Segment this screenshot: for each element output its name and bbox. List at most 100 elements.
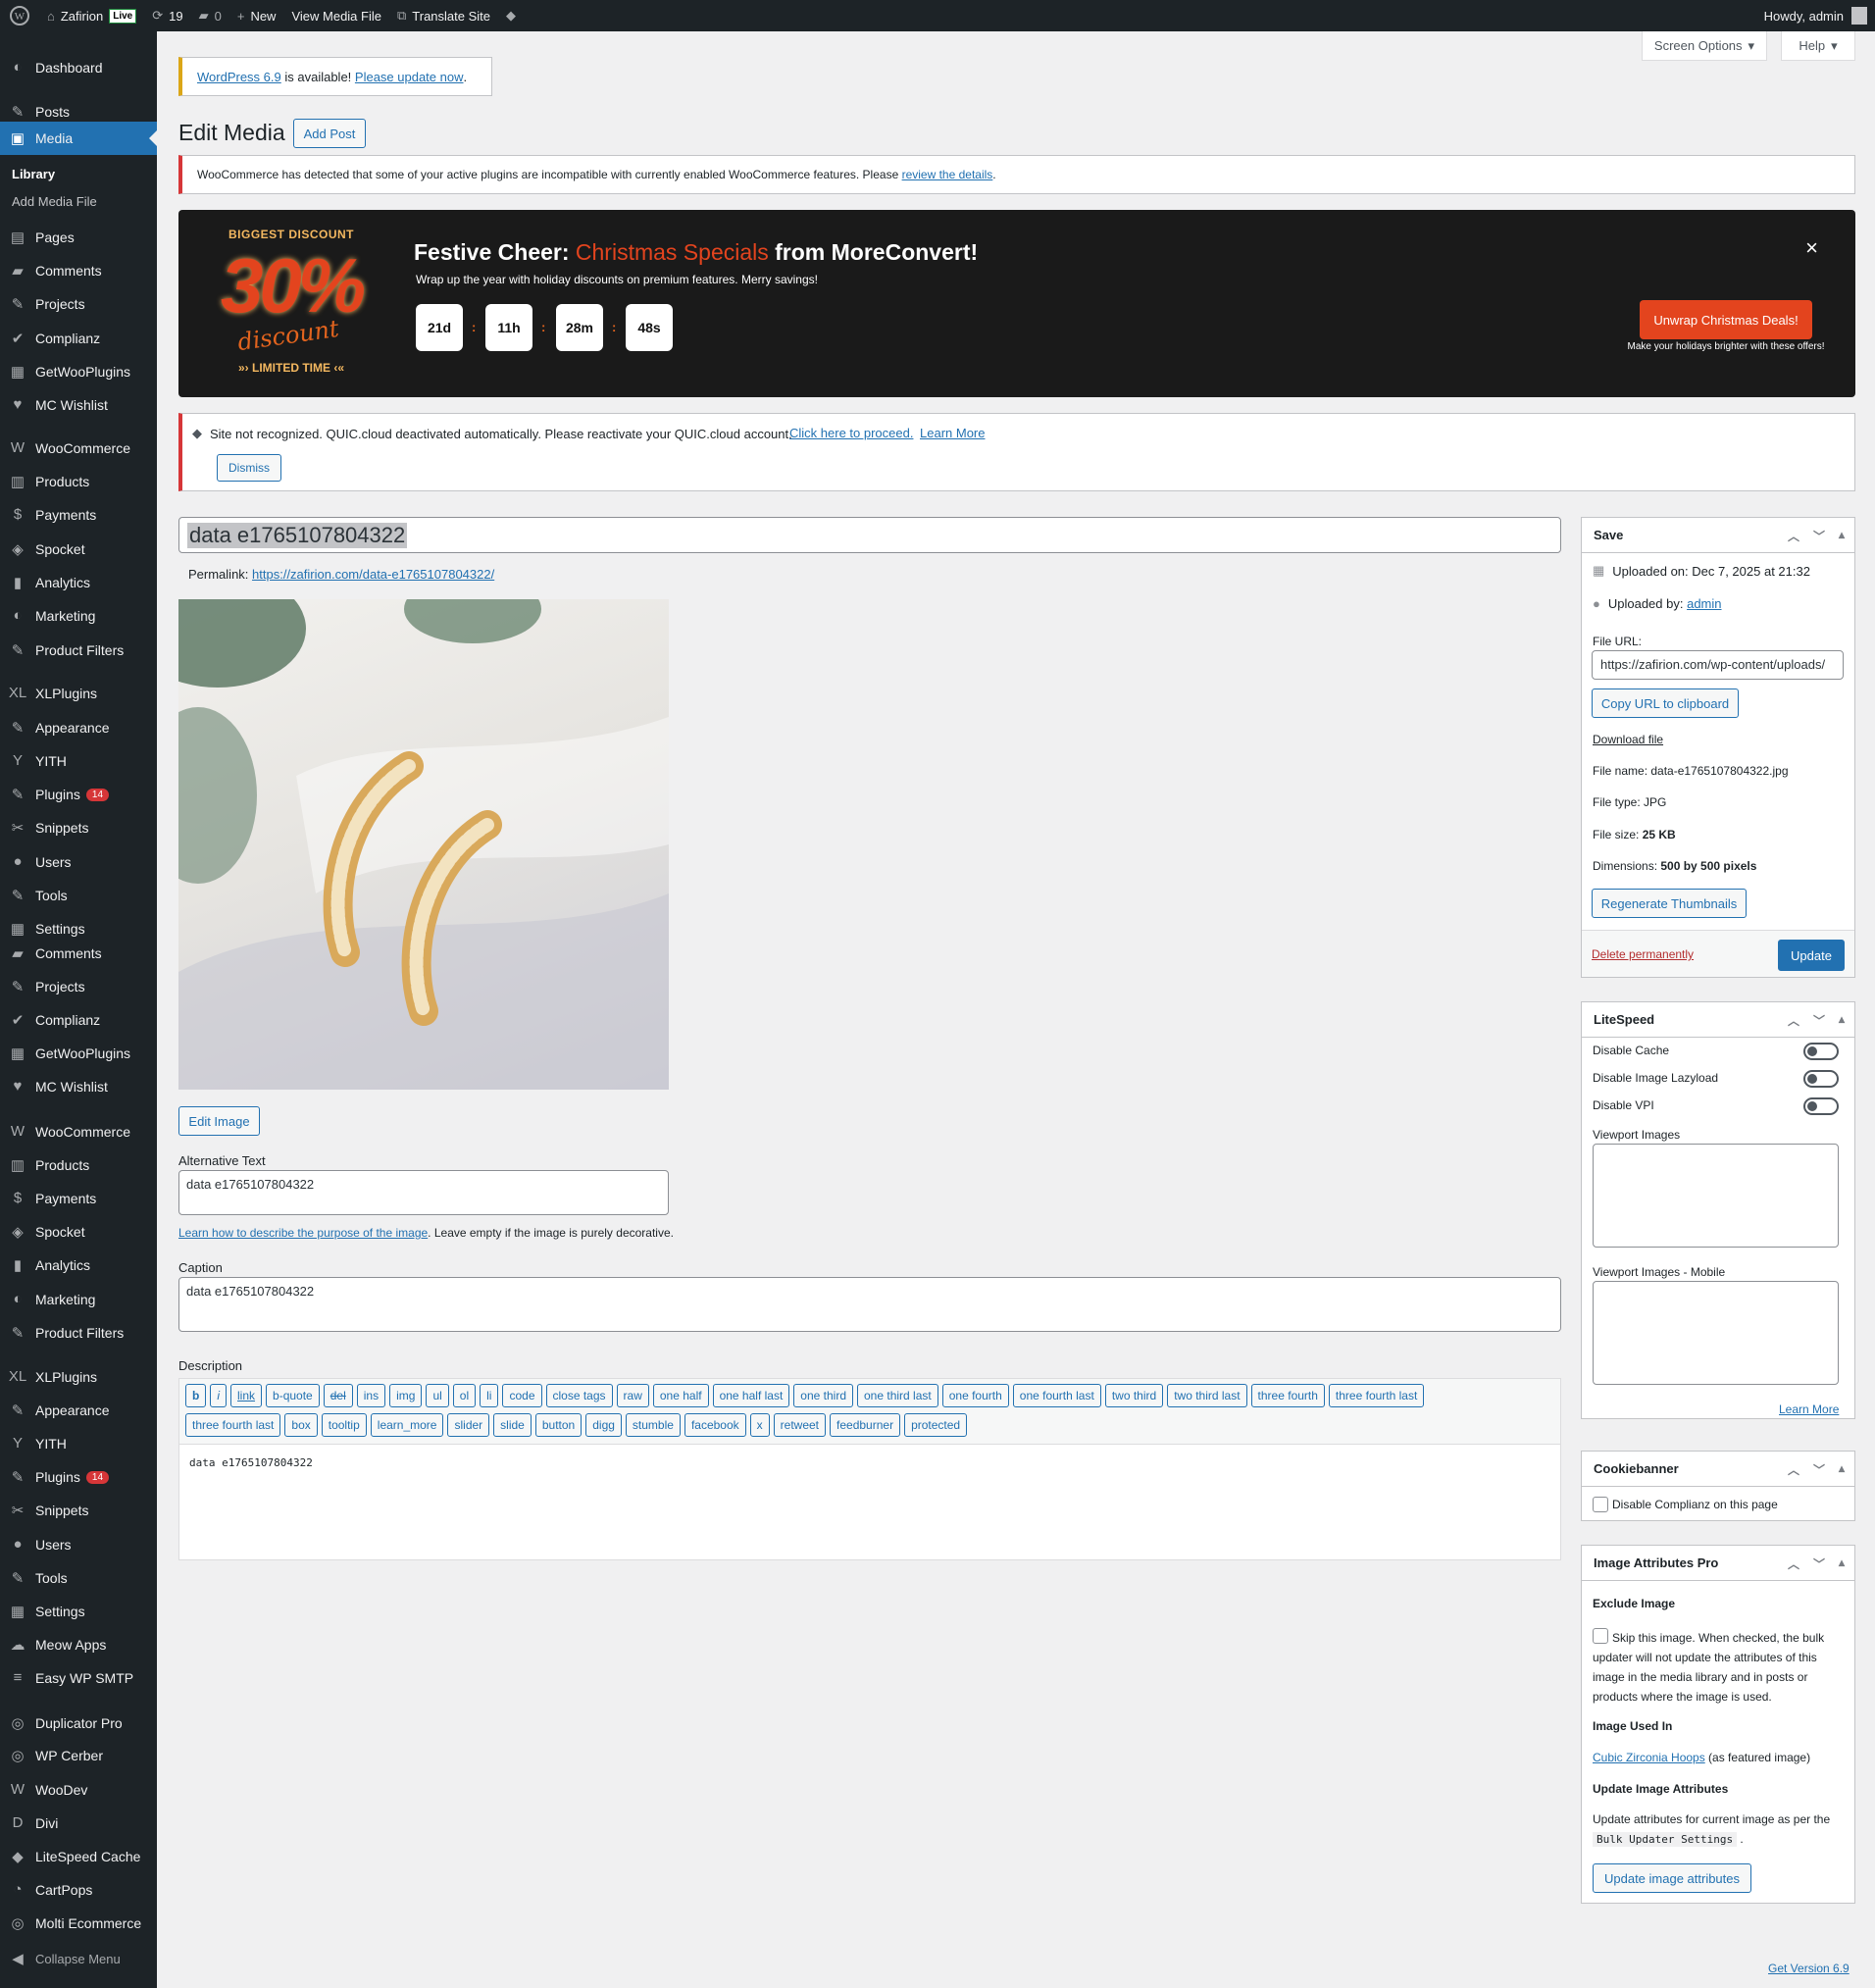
menu-yith[interactable]: Y YITH bbox=[0, 1435, 157, 1452]
menu-product-filters[interactable]: ✎ Product Filters bbox=[0, 1324, 157, 1342]
download-file-link[interactable]: Download file bbox=[1593, 733, 1663, 746]
menu-tools[interactable]: ✎ Tools bbox=[0, 887, 157, 904]
quicktag-b-button[interactable]: b bbox=[185, 1384, 207, 1407]
quicktag-img-button[interactable]: img bbox=[389, 1384, 423, 1407]
menu-dashboard[interactable]: ◐ Dashboard bbox=[0, 59, 157, 76]
update-now-link[interactable]: Please update now bbox=[355, 70, 464, 84]
menu-divi[interactable]: D Divi bbox=[0, 1814, 157, 1831]
quicktag-ul-button[interactable]: ul bbox=[426, 1384, 449, 1407]
copy-url-button[interactable]: Copy URL to clipboard bbox=[1592, 688, 1739, 718]
menu-cartpops[interactable]: ◔ CartPops bbox=[0, 1881, 157, 1898]
add-post-button[interactable]: Add Post bbox=[293, 119, 366, 148]
quicktag-three-fourth-last-button[interactable]: three fourth last bbox=[1328, 1384, 1425, 1407]
menu-analytics[interactable]: ▮ Analytics bbox=[0, 1256, 157, 1274]
quicktag-slider-button[interactable]: slider bbox=[447, 1413, 490, 1437]
used-in-product-link[interactable]: Cubic Zirconia Hoops bbox=[1593, 1751, 1705, 1764]
menu-comments[interactable]: ▰ Comments bbox=[0, 944, 157, 962]
quicktag-ol-button[interactable]: ol bbox=[452, 1384, 477, 1407]
menu-projects[interactable]: ✎ Projects bbox=[0, 978, 157, 995]
menu-molti-ecommerce[interactable]: ◎ Molti Ecommerce bbox=[0, 1914, 157, 1932]
disable-vpi-toggle[interactable] bbox=[1803, 1097, 1839, 1115]
quicktag-x-button[interactable]: x bbox=[749, 1413, 770, 1437]
menu-posts[interactable]: ✎ Posts bbox=[0, 103, 157, 121]
litespeed-learn-more-link[interactable]: Learn More bbox=[1779, 1402, 1839, 1416]
regenerate-thumbnails-button[interactable]: Regenerate Thumbnails bbox=[1592, 889, 1747, 918]
quicktag-stumble-button[interactable]: stumble bbox=[625, 1413, 681, 1437]
menu-users[interactable]: ● Users bbox=[0, 853, 157, 870]
quicktag-ins-button[interactable]: ins bbox=[356, 1384, 386, 1407]
menu-users[interactable]: ● Users bbox=[0, 1536, 157, 1553]
quicktag-i-button[interactable]: i bbox=[210, 1384, 228, 1407]
caption-input[interactable]: data e1765107804322 bbox=[178, 1277, 1561, 1332]
menu-payments[interactable]: $ Payments bbox=[0, 506, 157, 523]
chevron-down-icon[interactable]: ﹀ bbox=[1813, 1461, 1825, 1478]
quicktag-two-third-last-button[interactable]: two third last bbox=[1167, 1384, 1247, 1407]
disable-complianz-checkbox[interactable] bbox=[1593, 1497, 1608, 1512]
quicktag-button-button[interactable]: button bbox=[534, 1413, 583, 1437]
menu-woocommerce[interactable]: W WooCommerce bbox=[0, 1123, 157, 1140]
updates-link[interactable]: ⟳ 19 bbox=[144, 0, 190, 31]
menu-products[interactable]: ▥ Products bbox=[0, 1156, 157, 1174]
screen-options-button[interactable]: Screen Options ▾ bbox=[1642, 31, 1767, 61]
collapse-menu[interactable]: ◀ Collapse Menu bbox=[0, 1950, 157, 1967]
update-image-attributes-button[interactable]: Update image attributes bbox=[1593, 1863, 1751, 1893]
chevron-up-icon[interactable]: ︿ bbox=[1788, 1461, 1799, 1478]
menu-plugins[interactable]: ✎ Plugins 14 bbox=[0, 786, 157, 803]
quicktag-one-third-button[interactable]: one third bbox=[793, 1384, 853, 1407]
quicktag-facebook-button[interactable]: facebook bbox=[684, 1413, 746, 1437]
get-version-link[interactable]: Get Version 6.9 bbox=[1768, 1962, 1850, 1975]
submenu-library[interactable]: Library bbox=[12, 167, 55, 181]
chevron-down-icon[interactable]: ﹀ bbox=[1813, 1012, 1825, 1029]
quicktag-one-fourth-last-button[interactable]: one fourth last bbox=[1012, 1384, 1101, 1407]
title-input[interactable]: data e1765107804322 bbox=[178, 517, 1561, 553]
review-details-link[interactable]: review the details bbox=[902, 168, 993, 181]
update-button[interactable]: Update bbox=[1778, 940, 1845, 971]
menu-easy-wp-smtp[interactable]: ≡ Easy WP SMTP bbox=[0, 1669, 157, 1686]
quicktag-link-button[interactable]: link bbox=[230, 1384, 263, 1407]
menu-snippets[interactable]: ✂ Snippets bbox=[0, 819, 157, 837]
alt-help-link[interactable]: Learn how to describe the purpose of the… bbox=[178, 1226, 428, 1240]
menu-marketing[interactable]: ◐ Marketing bbox=[0, 1291, 157, 1307]
wp-version-link[interactable]: WordPress 6.9 bbox=[197, 70, 281, 84]
translate-site-link[interactable]: ⧉ Translate Site bbox=[389, 0, 498, 31]
permalink-link[interactable]: https://zafirion.com/data-e1765107804322… bbox=[252, 567, 494, 582]
quicktag-protected-button[interactable]: protected bbox=[904, 1413, 968, 1437]
quicktag-slide-button[interactable]: slide bbox=[493, 1413, 532, 1437]
toggle-triangle-icon[interactable]: ▴ bbox=[1839, 1555, 1845, 1572]
menu-projects[interactable]: ✎ Projects bbox=[0, 295, 157, 313]
viewport-images-textarea[interactable] bbox=[1593, 1144, 1839, 1248]
quicktag-one-half-button[interactable]: one half bbox=[652, 1384, 709, 1407]
menu-marketing[interactable]: ◐ Marketing bbox=[0, 607, 157, 624]
quicktag-retweet-button[interactable]: retweet bbox=[773, 1413, 827, 1437]
menu-duplicator-pro[interactable]: ◎ Duplicator Pro bbox=[0, 1714, 157, 1732]
quicktag-feedburner-button[interactable]: feedburner bbox=[830, 1413, 901, 1437]
menu-spocket[interactable]: ◈ Spocket bbox=[0, 540, 157, 558]
quicktag-two-third-button[interactable]: two third bbox=[1104, 1384, 1164, 1407]
edit-image-button[interactable]: Edit Image bbox=[178, 1106, 260, 1136]
menu-xlplugins[interactable]: XL XLPlugins bbox=[0, 1368, 157, 1385]
quicktag-tooltip-button[interactable]: tooltip bbox=[321, 1413, 367, 1437]
comments-link[interactable]: ▰ 0 bbox=[191, 0, 229, 31]
menu-meow-apps[interactable]: ☁ Meow Apps bbox=[0, 1636, 157, 1654]
menu-appearance[interactable]: ✎ Appearance bbox=[0, 1402, 157, 1419]
chevron-up-icon[interactable]: ︿ bbox=[1788, 1555, 1799, 1572]
menu-settings[interactable]: ▦ Settings bbox=[0, 920, 157, 938]
menu-spocket[interactable]: ◈ Spocket bbox=[0, 1223, 157, 1241]
chevron-up-icon[interactable]: ︿ bbox=[1788, 1012, 1799, 1029]
menu-appearance[interactable]: ✎ Appearance bbox=[0, 719, 157, 737]
menu-complianz[interactable]: ✔ Complianz bbox=[0, 330, 157, 347]
quicktag-one-fourth-button[interactable]: one fourth bbox=[941, 1384, 1009, 1407]
menu-mc-wishlist[interactable]: ♥ MC Wishlist bbox=[0, 396, 157, 413]
menu-pages[interactable]: ▤ Pages bbox=[0, 229, 157, 246]
quicktag-box-button[interactable]: box bbox=[284, 1413, 318, 1437]
uploaded-by-link[interactable]: admin bbox=[1687, 596, 1721, 611]
new-content-link[interactable]: + New bbox=[229, 0, 284, 31]
quicktag-code-button[interactable]: code bbox=[502, 1384, 542, 1407]
chevron-up-icon[interactable]: ︿ bbox=[1788, 528, 1799, 544]
unwrap-deals-button[interactable]: Unwrap Christmas Deals! bbox=[1640, 300, 1812, 339]
menu-settings[interactable]: ▦ Settings bbox=[0, 1603, 157, 1620]
quicktag-del-button[interactable]: del bbox=[323, 1384, 353, 1407]
disable-cache-toggle[interactable] bbox=[1803, 1043, 1839, 1060]
menu-tools[interactable]: ✎ Tools bbox=[0, 1569, 157, 1587]
menu-comments[interactable]: ▰ Comments bbox=[0, 262, 157, 280]
